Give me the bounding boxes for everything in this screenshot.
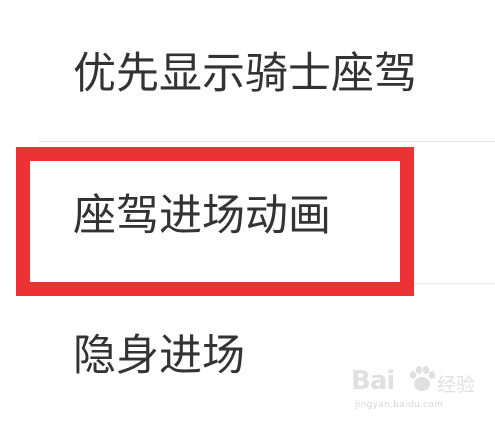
setting-item-invisible-entry[interactable]: 隐身进场 xyxy=(0,284,495,421)
setting-item-mount-entry-animation[interactable]: 座驾进场动画 xyxy=(0,142,495,282)
setting-item-label: 座驾进场动画 xyxy=(73,191,331,241)
setting-item-label: 优先显示骑士座驾 xyxy=(73,49,417,99)
setting-item-label: 隐身进场 xyxy=(73,331,245,381)
settings-list: 优先显示骑士座驾 座驾进场动画 隐身进场 xyxy=(0,0,495,421)
setting-item-prefer-knight-mount[interactable]: 优先显示骑士座驾 xyxy=(0,0,495,140)
